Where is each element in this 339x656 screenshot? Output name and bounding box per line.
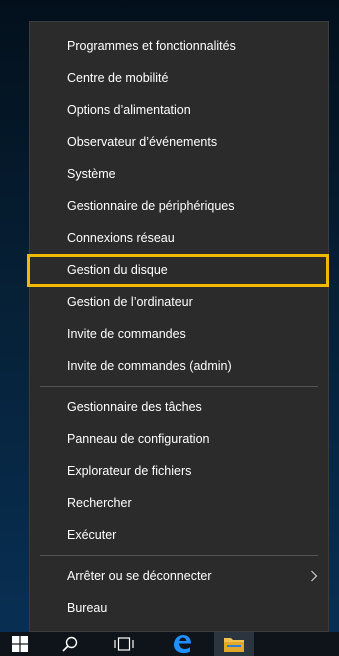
menu-item-task-manager[interactable]: Gestionnaire des tâches [30,391,328,423]
menu-item-programs-features[interactable]: Programmes et fonctionnalités [30,30,328,62]
menu-item-command-prompt[interactable]: Invite de commandes [30,318,328,350]
menu-item-label: Options d’alimentation [67,103,191,117]
edge-browser-button[interactable] [162,632,202,656]
menu-item-label: Centre de mobilité [67,71,169,85]
file-explorer-icon [224,638,244,652]
file-explorer-button[interactable] [214,632,254,656]
menu-item-file-explorer[interactable]: Explorateur de fichiers [30,455,328,487]
menu-item-label: Gestion de l’ordinateur [67,295,193,309]
menu-item-label: Système [67,167,116,181]
menu-item-label: Bureau [67,601,108,615]
menu-item-label: Arrêter ou se déconnecter [67,569,212,583]
menu-item-label: Exécuter [67,528,117,542]
chevron-right-icon [311,570,318,582]
menu-item-shutdown-signout[interactable]: Arrêter ou se déconnecter [30,560,328,592]
menu-separator [40,555,318,556]
menu-item-label: Invite de commandes (admin) [67,359,232,373]
menu-item-label: Gestionnaire de périphériques [67,199,235,213]
task-view-icon [114,637,134,651]
search-icon [62,636,78,652]
menu-item-device-manager[interactable]: Gestionnaire de périphériques [30,190,328,222]
menu-item-label: Gestion du disque [67,263,168,277]
menu-item-search[interactable]: Rechercher [30,487,328,519]
menu-item-run[interactable]: Exécuter [30,519,328,551]
task-view-button[interactable] [104,632,144,656]
menu-item-event-viewer[interactable]: Observateur d’événements [30,126,328,158]
start-button[interactable] [0,632,40,656]
menu-item-label: Gestionnaire des tâches [67,400,202,414]
windows-start-icon [12,636,28,652]
menu-item-label: Explorateur de fichiers [67,464,192,478]
menu-item-disk-management[interactable]: Gestion du disque [30,254,328,286]
menu-item-label: Invite de commandes [67,327,186,341]
menu-item-network-connections[interactable]: Connexions réseau [30,222,328,254]
menu-item-label: Observateur d’événements [67,135,218,149]
menu-item-desktop[interactable]: Bureau [30,592,328,624]
taskbar [0,632,339,656]
menu-item-label: Rechercher [67,496,132,510]
search-button[interactable] [50,632,90,656]
menu-item-label: Programmes et fonctionnalités [67,39,236,53]
winx-power-user-menu: Programmes et fonctionnalités Centre de … [29,21,329,632]
menu-item-mobility-center[interactable]: Centre de mobilité [30,62,328,94]
menu-item-command-prompt-admin[interactable]: Invite de commandes (admin) [30,350,328,382]
menu-item-computer-management[interactable]: Gestion de l’ordinateur [30,286,328,318]
menu-item-control-panel[interactable]: Panneau de configuration [30,423,328,455]
menu-item-system[interactable]: Système [30,158,328,190]
edge-browser-icon [174,635,191,654]
menu-item-label: Panneau de configuration [67,432,210,446]
menu-item-label: Connexions réseau [67,231,175,245]
menu-separator [40,386,318,387]
menu-item-power-options[interactable]: Options d’alimentation [30,94,328,126]
